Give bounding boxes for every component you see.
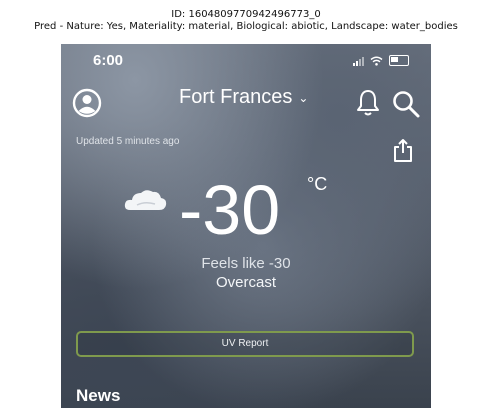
prediction-caption: Pred - Nature: Yes, Materiality: materia… — [34, 21, 458, 32]
status-icons — [353, 55, 409, 66]
location-selector[interactable]: Fort Frances ⌄ — [179, 86, 308, 109]
news-heading: News — [76, 386, 121, 405]
temperature-unit[interactable]: °C — [307, 174, 327, 195]
image-id-caption: ID: 1604809770942496773_0 — [171, 9, 321, 20]
wifi-icon — [370, 56, 383, 66]
status-time: 6:00 — [93, 52, 124, 69]
phone-screen: 6:00 Fort Frances ⌄ Updated 5 minutes ag… — [61, 44, 431, 408]
feels-like: Feels like -30 — [201, 255, 291, 272]
uv-report-button[interactable]: UV Report — [76, 331, 414, 357]
updated-timestamp: Updated 5 minutes ago — [76, 136, 180, 147]
profile-icon[interactable] — [72, 88, 102, 118]
share-icon[interactable] — [392, 137, 414, 163]
signal-icon — [353, 56, 364, 66]
condition-text: Overcast — [215, 274, 276, 291]
cloud-icon — [124, 190, 167, 210]
city-name: Fort Frances — [179, 86, 293, 108]
bell-icon[interactable] — [355, 88, 381, 118]
current-temperature: -30 — [179, 171, 281, 249]
search-icon[interactable] — [391, 89, 421, 119]
battery-icon — [389, 55, 409, 66]
chevron-down-icon: ⌄ — [298, 90, 309, 105]
